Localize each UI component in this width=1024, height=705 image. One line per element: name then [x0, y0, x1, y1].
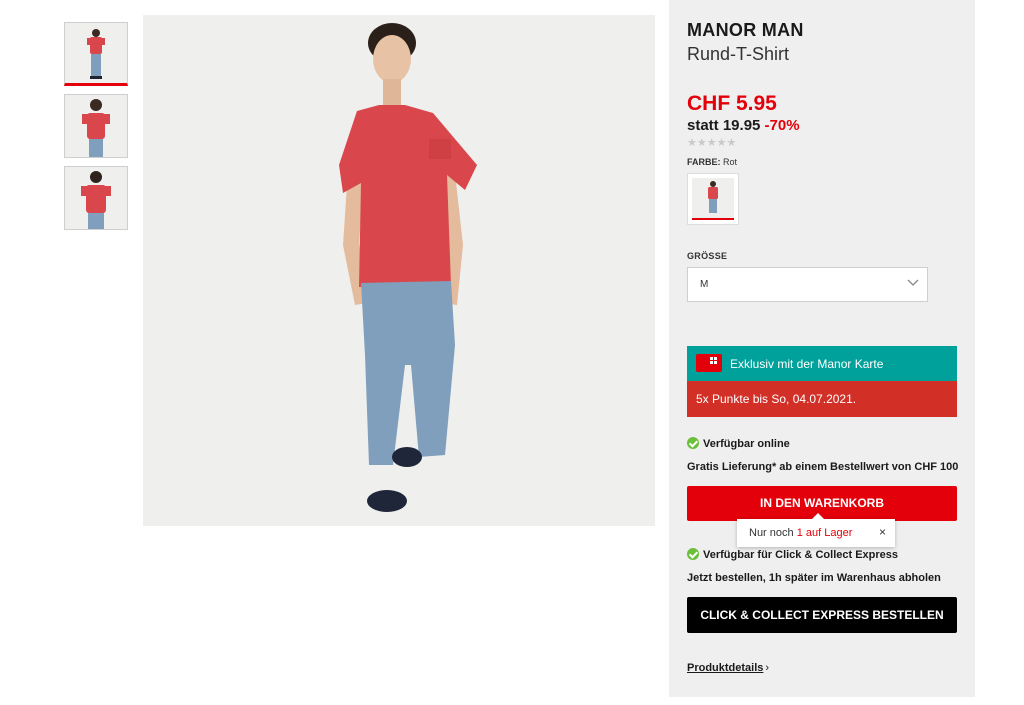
close-icon[interactable]: × — [879, 525, 886, 539]
old-price: statt 19.95 -70% — [687, 117, 800, 134]
brand-name[interactable]: MANOR MAN — [687, 20, 804, 41]
color-label: FARBE: Rot — [687, 157, 737, 167]
color-swatch-image — [692, 178, 734, 220]
color-label-key: FARBE: — [687, 157, 721, 167]
thumbnail-back[interactable] — [64, 166, 128, 230]
product-info-panel: MANOR MAN Rund-T-Shirt CHF 5.95 statt 19… — [669, 0, 975, 697]
manor-card-text: Exklusiv mit der Manor Karte — [730, 357, 884, 371]
current-price: CHF 5.95 — [687, 92, 777, 115]
manor-card-icon — [696, 354, 722, 372]
pickup-info: Jetzt bestellen, 1h später im Warenhaus … — [687, 572, 941, 584]
online-availability-text: Verfügbar online — [703, 438, 790, 450]
click-collect-button[interactable]: CLICK & COLLECT EXPRESS BESTELLEN — [687, 597, 957, 633]
stock-tooltip: Nur noch 1 auf Lager × — [737, 513, 895, 547]
size-select-value: M — [700, 279, 709, 290]
thumbnail-strip — [64, 22, 128, 238]
product-details-label: Produktdetails — [687, 662, 764, 674]
stock-count: 1 auf Lager — [796, 527, 853, 539]
click-collect-availability: Verfügbar für Click & Collect Express — [687, 548, 898, 561]
stock-text: Nur noch 1 auf Lager — [749, 527, 852, 539]
model-illustration — [339, 23, 477, 512]
chevron-down-icon — [907, 276, 919, 291]
thumbnail-front[interactable] — [64, 22, 128, 86]
old-price-value: statt 19.95 — [687, 117, 761, 134]
color-swatch-red[interactable] — [687, 173, 739, 225]
delivery-info: Gratis Lieferung* ab einem Bestellwert v… — [687, 461, 959, 473]
click-collect-text: Verfügbar für Click & Collect Express — [703, 549, 899, 561]
rating-stars[interactable]: ★★★★★ — [687, 136, 736, 149]
stock-prefix: Nur noch — [749, 527, 794, 539]
check-circle-icon — [687, 548, 699, 560]
points-banner: 5x Punkte bis So, 04.07.2021. — [687, 381, 957, 417]
online-availability: Verfügbar online — [687, 437, 790, 450]
size-label: GRÖSSE — [687, 251, 728, 261]
chevron-right-icon: › — [765, 662, 770, 674]
size-select[interactable]: M — [687, 267, 928, 302]
thumbnail-closeup[interactable] — [64, 94, 128, 158]
main-product-image[interactable] — [143, 15, 655, 526]
discount-badge: -70% — [764, 117, 800, 134]
color-value: Rot — [723, 157, 738, 167]
check-circle-icon — [687, 437, 699, 449]
points-text: 5x Punkte bis So, 04.07.2021. — [696, 392, 857, 406]
manor-card-banner[interactable]: Exklusiv mit der Manor Karte — [687, 346, 957, 381]
product-details-link[interactable]: Produktdetails › — [687, 662, 769, 674]
product-title: Rund-T-Shirt — [687, 44, 790, 64]
